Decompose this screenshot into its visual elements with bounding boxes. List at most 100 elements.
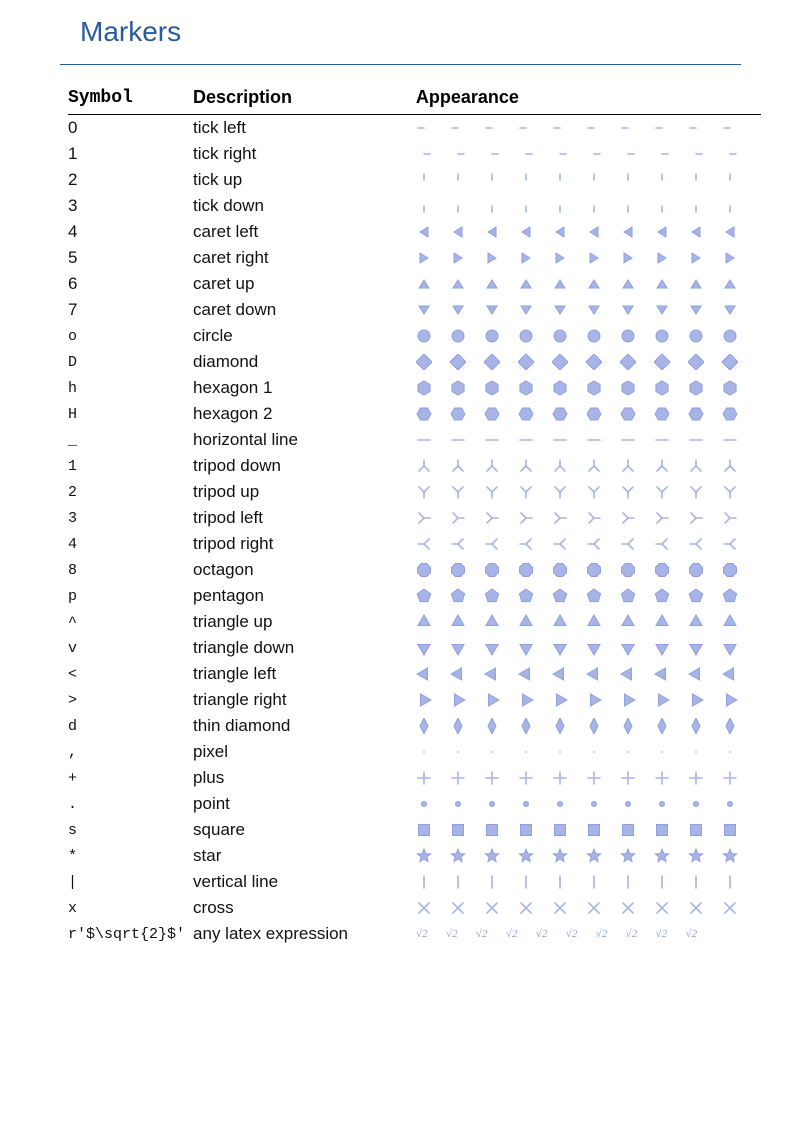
marker-description: tick down: [193, 193, 386, 219]
point-marker-icon: [552, 796, 568, 812]
plus-marker-icon: [450, 770, 466, 786]
marker-appearance-cell: [386, 505, 761, 531]
tup-marker-icon: [552, 614, 568, 630]
thindiamond-marker-icon: [586, 718, 602, 734]
marker-appearance: [416, 562, 753, 578]
octagon-marker-icon: [484, 562, 500, 578]
triup-marker-icon: [552, 484, 568, 500]
tridown-marker-icon: [620, 458, 636, 474]
tickdown-marker-icon: [552, 198, 568, 214]
pentagon-marker-icon: [552, 588, 568, 604]
vline-marker-icon: [450, 874, 466, 890]
table-row: 6caret up: [68, 271, 761, 297]
tup-marker-icon: [484, 614, 500, 630]
tickdown-marker-icon: [620, 198, 636, 214]
marker-symbol: D: [68, 349, 193, 375]
table-row: 1tick right: [68, 141, 761, 167]
marker-symbol: x: [68, 895, 193, 921]
marker-appearance: [416, 848, 753, 864]
latex-marker-icon: √2: [416, 928, 428, 940]
marker-symbol: h: [68, 375, 193, 401]
marker-appearance-cell: [386, 479, 761, 505]
marker-appearance: [416, 406, 753, 422]
marker-description: tick right: [193, 141, 386, 167]
triright-marker-icon: [450, 536, 466, 552]
caretup-marker-icon: [518, 276, 534, 292]
pixel-marker-icon: [688, 744, 704, 760]
marker-symbol: 3: [68, 505, 193, 531]
col-symbol-header: Symbol: [68, 81, 193, 115]
hline-marker-icon: [518, 432, 534, 448]
marker-appearance: [416, 328, 753, 344]
vline-marker-icon: [654, 874, 670, 890]
hline-marker-icon: [450, 432, 466, 448]
octagon-marker-icon: [416, 562, 432, 578]
tickright-marker-icon: [688, 146, 704, 162]
marker-description: pixel: [193, 739, 386, 765]
table-row: vtriangle down: [68, 635, 761, 661]
marker-symbol: 7: [68, 297, 193, 323]
plus-marker-icon: [654, 770, 670, 786]
tickdown-marker-icon: [484, 198, 500, 214]
tickup-marker-icon: [722, 172, 738, 188]
marker-appearance-cell: [386, 713, 761, 739]
marker-appearance: [416, 874, 753, 890]
pentagon-marker-icon: [586, 588, 602, 604]
tleft-marker-icon: [416, 666, 432, 682]
star-marker-icon: [654, 848, 670, 864]
cross-marker-icon: [620, 900, 636, 916]
marker-appearance-cell: [386, 193, 761, 219]
caretright-marker-icon: [484, 250, 500, 266]
tickleft-marker-icon: [654, 120, 670, 136]
cross-marker-icon: [416, 900, 432, 916]
tleft-marker-icon: [450, 666, 466, 682]
square-marker-icon: [654, 822, 670, 838]
triright-marker-icon: [518, 536, 534, 552]
hline-marker-icon: [620, 432, 636, 448]
marker-description: plus: [193, 765, 386, 791]
caretleft-marker-icon: [688, 224, 704, 240]
point-marker-icon: [518, 796, 534, 812]
tickleft-marker-icon: [620, 120, 636, 136]
marker-appearance: [416, 588, 753, 604]
point-marker-icon: [722, 796, 738, 812]
marker-symbol: 2: [68, 479, 193, 505]
caretup-marker-icon: [416, 276, 432, 292]
tup-marker-icon: [518, 614, 534, 630]
marker-symbol: 4: [68, 531, 193, 557]
marker-symbol: 1: [68, 453, 193, 479]
table-row: ppentagon: [68, 583, 761, 609]
marker-description: caret right: [193, 245, 386, 271]
caretleft-marker-icon: [518, 224, 534, 240]
tickright-marker-icon: [722, 146, 738, 162]
table-row: <triangle left: [68, 661, 761, 687]
tright-marker-icon: [450, 692, 466, 708]
marker-appearance: [416, 744, 753, 760]
triup-marker-icon: [654, 484, 670, 500]
tright-marker-icon: [484, 692, 500, 708]
cross-marker-icon: [654, 900, 670, 916]
marker-appearance-cell: [386, 739, 761, 765]
tup-marker-icon: [654, 614, 670, 630]
marker-appearance: [416, 250, 753, 266]
trileft-marker-icon: [552, 510, 568, 526]
hex2-marker-icon: [416, 406, 432, 422]
marker-appearance: [416, 718, 753, 734]
table-row: ,pixel: [68, 739, 761, 765]
tleft-marker-icon: [484, 666, 500, 682]
col-appearance-header: Appearance: [386, 81, 761, 115]
caretleft-marker-icon: [552, 224, 568, 240]
pentagon-marker-icon: [722, 588, 738, 604]
point-marker-icon: [450, 796, 466, 812]
table-row: r'$\sqrt{2}$'any latex expression√2√2√2√…: [68, 921, 761, 947]
marker-appearance-cell: [386, 765, 761, 791]
tright-marker-icon: [416, 692, 432, 708]
caretright-marker-icon: [586, 250, 602, 266]
tickright-marker-icon: [620, 146, 636, 162]
tdown-marker-icon: [416, 640, 432, 656]
marker-description: diamond: [193, 349, 386, 375]
tright-marker-icon: [654, 692, 670, 708]
pixel-marker-icon: [722, 744, 738, 760]
marker-appearance-cell: [386, 349, 761, 375]
vline-marker-icon: [484, 874, 500, 890]
